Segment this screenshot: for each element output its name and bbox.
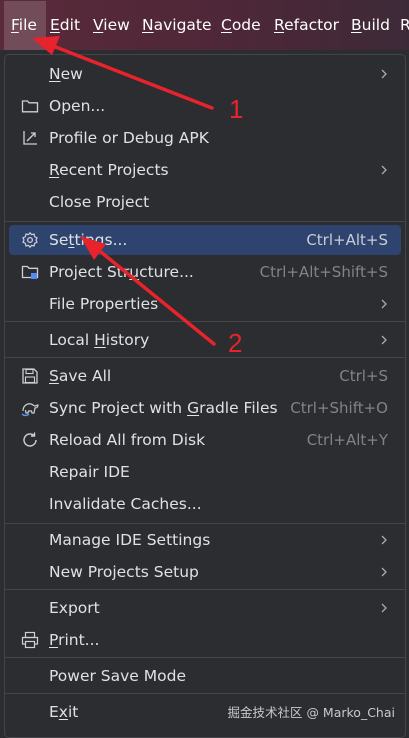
menu-item-label: Project Structure... (49, 263, 194, 281)
project-structure-icon (21, 265, 39, 279)
menubar-code[interactable]: Code (221, 15, 261, 35)
menu-item-label: Repair IDE (49, 463, 130, 481)
menu-item-close-project[interactable]: Close Project (9, 187, 401, 217)
menu-item-local-history[interactable]: Local History (9, 325, 401, 355)
menubar-view-label: iew (103, 16, 130, 34)
menubar-view[interactable]: View (93, 15, 130, 35)
menu-item-invalidate-caches[interactable]: Invalidate Caches... (9, 489, 401, 519)
menu-item-label: Open... (49, 97, 106, 115)
menubar-view-mnemonic: V (93, 16, 104, 34)
print-icon (21, 631, 39, 649)
menu-item-save-all[interactable]: Save All Ctrl+S (9, 361, 401, 391)
menu-item-shortcut: Ctrl+Alt+S (306, 231, 388, 249)
file-menu-dropdown: New Open... Profile or Debug APK Recent … (4, 54, 406, 738)
menu-item-shortcut: Ctrl+S (339, 367, 388, 385)
menu-item-export[interactable]: Export (9, 593, 401, 623)
menu-item-label: New Projects Setup (49, 563, 199, 581)
gear-icon (22, 231, 38, 249)
menu-item-label: File Properties (49, 295, 159, 313)
menubar-edit-label: dit (59, 16, 81, 34)
menu-item-recent-projects[interactable]: Recent Projects (9, 155, 401, 185)
menu-item-shortcut: Ctrl+Alt+Y (306, 431, 388, 449)
menu-item-print[interactable]: Print... (9, 625, 401, 655)
menu-item-profile-debug-apk[interactable]: Profile or Debug APK (9, 123, 401, 153)
menubar-run-partial-label: R (400, 16, 409, 34)
menu-separator (5, 357, 405, 358)
menu-item-reload-all[interactable]: Reload All from Disk Ctrl+Alt+Y (9, 425, 401, 455)
menu-item-label: Recent Projects (49, 161, 169, 179)
menu-item-manage-ide-settings[interactable]: Manage IDE Settings (9, 525, 401, 555)
menu-separator (5, 657, 405, 658)
menu-separator (5, 221, 405, 222)
menubar-navigate-label: avigate (153, 16, 212, 34)
menubar-build-label: uild (361, 16, 390, 34)
menubar-navigate-mnemonic: N (142, 16, 154, 34)
menu-item-label: Export (49, 599, 100, 617)
chevron-right-icon (381, 567, 387, 577)
menu-item-power-save-mode[interactable]: Power Save Mode (9, 661, 401, 691)
save-icon (22, 368, 38, 384)
reload-icon (23, 432, 37, 447)
menu-item-label: Manage IDE Settings (49, 531, 211, 549)
chevron-right-icon (381, 299, 387, 309)
menubar-code-label: ode (231, 16, 261, 34)
menu-item-new[interactable]: New (9, 59, 401, 89)
profile-apk-icon (23, 131, 37, 145)
menu-item-label: Print... (49, 631, 100, 649)
menu-item-label: Reload All from Disk (49, 431, 206, 449)
menubar-code-mnemonic: C (221, 16, 232, 34)
menu-item-repair-ide[interactable]: Repair IDE (9, 457, 401, 487)
chevron-right-icon (381, 603, 387, 613)
menubar-build-mnemonic: B (351, 16, 362, 34)
menubar-edit-mnemonic: E (50, 16, 60, 34)
menu-separator (5, 523, 405, 524)
menubar-edit[interactable]: Edit (50, 15, 80, 35)
menu-item-label: New (49, 65, 83, 83)
menu-separator (5, 589, 405, 590)
menubar-file-mnemonic: F (11, 16, 19, 34)
menu-item-open[interactable]: Open... (9, 91, 401, 121)
chevron-right-icon (381, 335, 387, 345)
menu-item-label: Invalidate Caches... (49, 495, 202, 513)
folder-icon (21, 100, 39, 113)
chevron-right-icon (381, 69, 387, 79)
menu-separator (5, 321, 405, 322)
chevron-right-icon (381, 165, 387, 175)
menu-item-label: Save All (49, 367, 112, 385)
menu-item-new-projects-setup[interactable]: New Projects Setup (9, 557, 401, 587)
gradle-sync-icon (21, 403, 39, 417)
menubar-refactor[interactable]: Refactor (274, 15, 339, 35)
menu-item-label: Exit (49, 703, 79, 721)
menu-item-label: Power Save Mode (49, 667, 186, 685)
menu-item-project-structure[interactable]: Project Structure... Ctrl+Alt+Shift+S (9, 257, 401, 287)
menu-item-label: Sync Project with Gradle Files (49, 399, 278, 417)
menu-item-file-properties[interactable]: File Properties (9, 289, 401, 319)
menubar-run-partial[interactable]: R (400, 15, 409, 35)
menu-item-settings[interactable]: Settings... Ctrl+Alt+S (9, 225, 401, 255)
menu-item-shortcut: Ctrl+Shift+O (290, 399, 388, 417)
menu-item-sync-gradle[interactable]: Sync Project with Gradle Files Ctrl+Shif… (9, 393, 401, 423)
menu-item-label: Profile or Debug APK (49, 129, 209, 147)
menubar-refactor-label: efactor (284, 16, 340, 34)
watermark-text: 掘金技术社区 @ Marko_Chai (227, 705, 395, 720)
menu-item-label: Local History (49, 331, 150, 349)
menu-item-label: Settings... (49, 231, 128, 249)
menu-separator (5, 693, 405, 694)
menu-item-shortcut: Ctrl+Alt+Shift+S (259, 263, 388, 281)
menu-item-label: Close Project (49, 193, 150, 211)
chevron-right-icon (381, 535, 387, 545)
main-menubar: File Edit View Navigate Code Refactor Bu… (0, 0, 409, 50)
menubar-refactor-mnemonic: R (274, 16, 285, 34)
menubar-file-label: ile (18, 16, 37, 34)
menubar-navigate[interactable]: Navigate (142, 15, 212, 35)
menubar-build[interactable]: Build (351, 15, 390, 35)
menubar-file[interactable]: File (4, 1, 46, 50)
